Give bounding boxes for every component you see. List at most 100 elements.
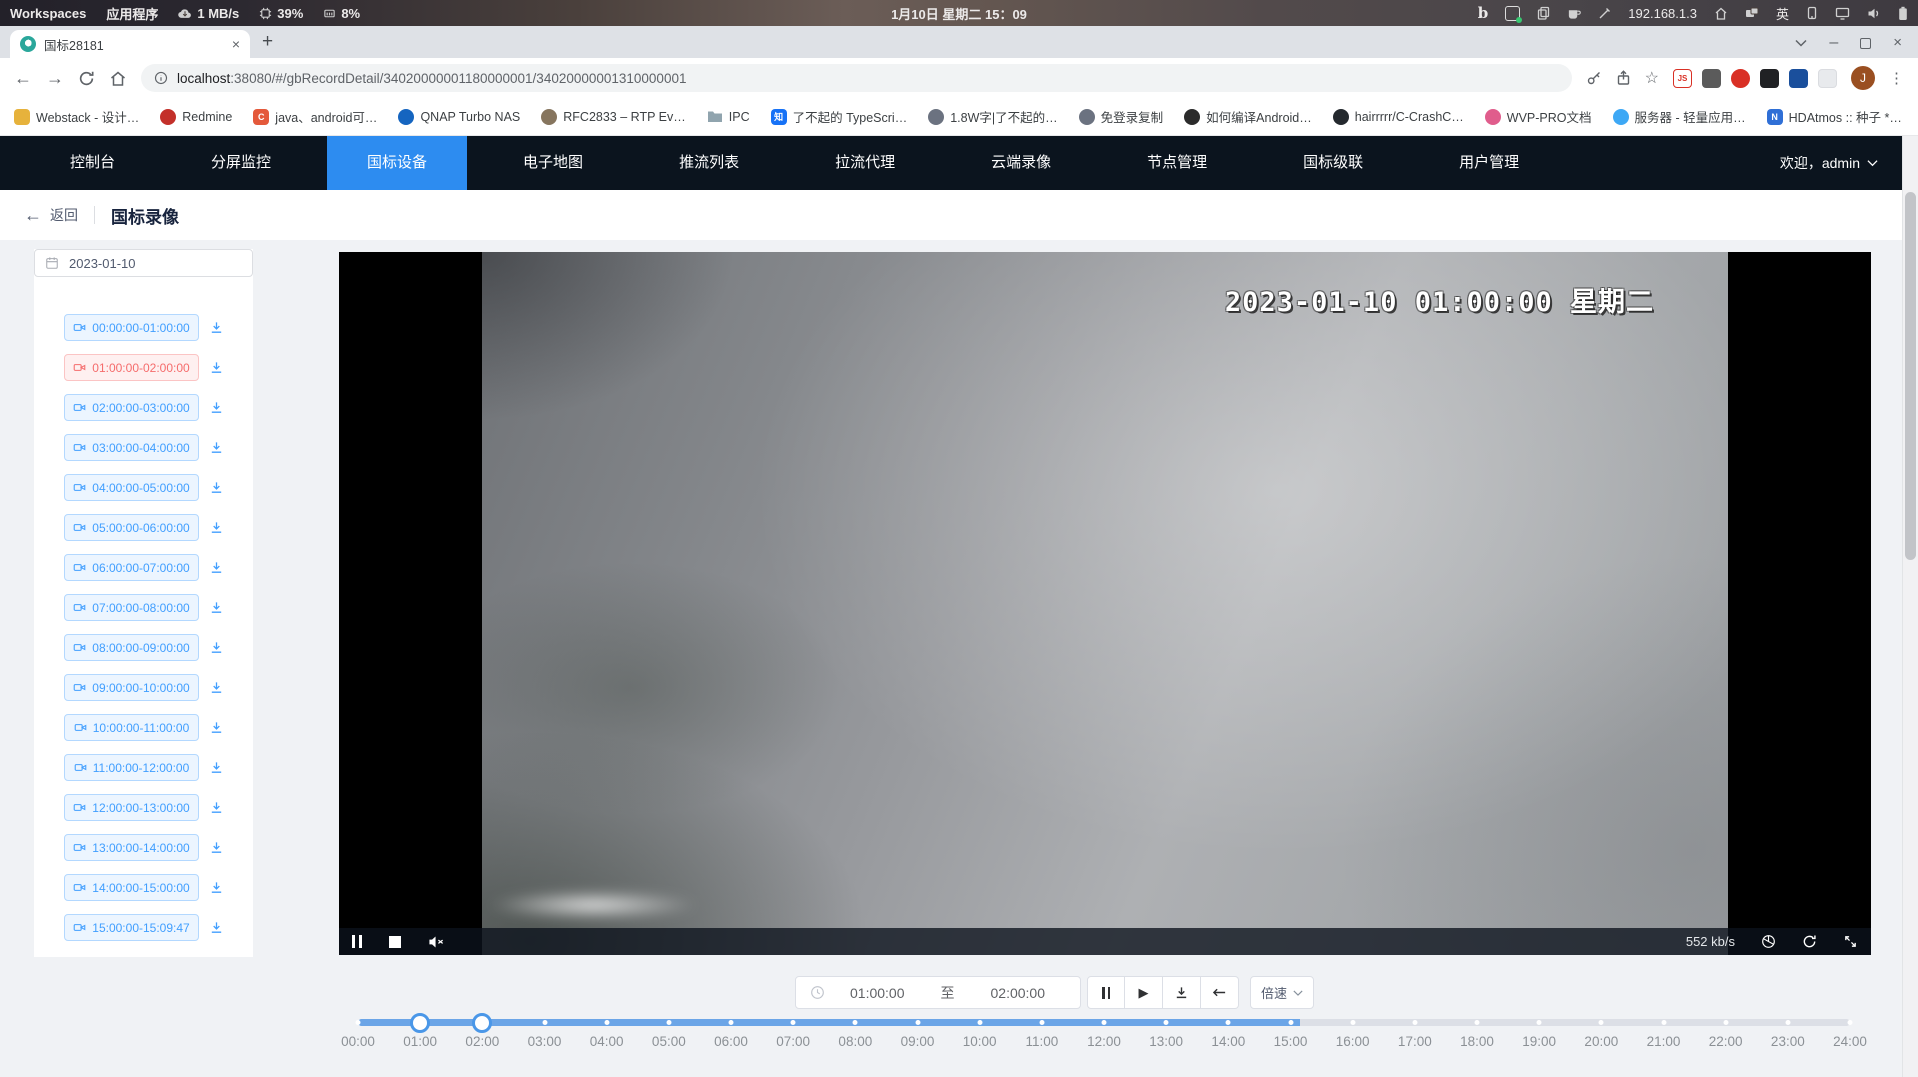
segment-download-button-12[interactable] (209, 760, 224, 775)
segment-download-button-5[interactable] (209, 480, 224, 495)
volume-icon[interactable] (1867, 7, 1881, 20)
input-method-icon[interactable] (1505, 6, 1520, 21)
browser-menu-icon[interactable]: ⋮ (1889, 69, 1904, 87)
nav-item-user-manage[interactable]: 用户管理 (1419, 136, 1559, 190)
fullscreen-icon[interactable] (1843, 934, 1858, 949)
segment-button-8[interactable]: 07:00:00-08:00:00 (64, 594, 199, 621)
bookmark-item-7[interactable]: 知了不起的 TypeScri… (771, 107, 908, 126)
bookmark-item-11[interactable]: hairrrrr/C-CrashC… (1333, 109, 1464, 125)
bookmark-item-2[interactable]: Redmine (160, 109, 232, 125)
extension-icon-3[interactable] (1731, 69, 1750, 88)
video-player[interactable]: 2023-01-10 01:00:00 星期二 552 kb/s (339, 252, 1871, 955)
segment-download-button-4[interactable] (209, 440, 224, 455)
nav-item-cloud-record[interactable]: 云端录像 (951, 136, 1091, 190)
segment-button-10[interactable]: 09:00:00-10:00:00 (64, 674, 199, 701)
segment-button-6[interactable]: 05:00:00-06:00:00 (64, 514, 199, 541)
segment-download-button-11[interactable] (209, 720, 224, 735)
password-key-icon[interactable] (1586, 70, 1602, 86)
segment-download-button-6[interactable] (209, 520, 224, 535)
bookmark-star-icon[interactable]: ☆ (1645, 68, 1659, 88)
segment-button-15[interactable]: 14:00:00-15:00:00 (64, 874, 199, 901)
player-pause-icon[interactable] (352, 935, 362, 948)
player-stop-icon[interactable] (389, 936, 401, 948)
back-icon[interactable]: ← (14, 69, 32, 87)
language-indicator[interactable]: 英 (1776, 4, 1789, 23)
bookmark-item-4[interactable]: QNAP Turbo NAS (398, 109, 520, 125)
segment-download-button-9[interactable] (209, 640, 224, 655)
time-range-input[interactable]: 01:00:00 至 02:00:00 (795, 976, 1081, 1009)
bookmark-item-12[interactable]: WVP-PRO文档 (1485, 107, 1592, 126)
pause-button[interactable] (1087, 976, 1125, 1009)
download-button[interactable] (1163, 976, 1201, 1009)
play-button[interactable]: ▶ (1125, 976, 1163, 1009)
clock[interactable]: 1月10日 星期二 15：09 (891, 4, 1027, 23)
start-time-value[interactable]: 01:00:00 (829, 985, 926, 1001)
bookmark-item-8[interactable]: 1.8W字|了不起的… (928, 107, 1057, 126)
extension-icon-1[interactable]: JS (1673, 69, 1692, 88)
player-refresh-icon[interactable] (1802, 934, 1817, 949)
segment-button-1[interactable]: 00:00:00-01:00:00 (64, 314, 199, 341)
player-mute-icon[interactable] (428, 935, 445, 949)
date-picker-input[interactable]: 2023-01-10 (34, 249, 253, 277)
scrollbar-thumb[interactable] (1905, 192, 1916, 560)
phone-link-icon[interactable] (1806, 6, 1818, 20)
segment-button-2[interactable]: 01:00:00-02:00:00 (64, 354, 199, 381)
extension-icon-2[interactable] (1702, 69, 1721, 88)
nav-item-gb-device[interactable]: 国标设备 (327, 136, 467, 190)
segment-button-3[interactable]: 02:00:00-03:00:00 (64, 394, 199, 421)
browser-tab-active[interactable]: 国标28181 × (10, 30, 250, 58)
timeline-handle-start[interactable] (410, 1013, 430, 1033)
applications-menu[interactable]: 应用程序 (106, 4, 158, 23)
workspaces-button[interactable]: Workspaces (10, 6, 86, 21)
segment-download-button-16[interactable] (209, 920, 224, 935)
address-bar[interactable]: localhost:38080/#/gbRecordDetail/3402000… (141, 64, 1572, 92)
window-maximize-button[interactable] (1860, 38, 1871, 49)
profile-avatar[interactable]: J (1851, 66, 1875, 90)
back-button[interactable]: ← 返回 (24, 205, 78, 225)
user-menu[interactable]: 欢迎，admin (1780, 153, 1918, 173)
segment-button-13[interactable]: 12:00:00-13:00:00 (64, 794, 199, 821)
segment-button-9[interactable]: 08:00:00-09:00:00 (64, 634, 199, 661)
tray-app-icon[interactable]: b (1478, 6, 1489, 20)
segment-download-button-13[interactable] (209, 800, 224, 815)
nav-item-push-list[interactable]: 推流列表 (639, 136, 779, 190)
playback-speed-dropdown[interactable]: 倍速 (1250, 976, 1314, 1009)
segment-button-16[interactable]: 15:00:00-15:09:47 (64, 914, 199, 941)
segment-download-button-14[interactable] (209, 840, 224, 855)
segment-download-button-1[interactable] (209, 320, 224, 335)
bookmark-item-13[interactable]: 服务器 - 轻量应用… (1613, 107, 1746, 126)
segment-button-7[interactable]: 06:00:00-07:00:00 (64, 554, 199, 581)
workspaces-overview-icon[interactable] (1745, 7, 1759, 20)
segment-button-14[interactable]: 13:00:00-14:00:00 (64, 834, 199, 861)
battery-icon[interactable] (1898, 6, 1908, 21)
share-icon[interactable] (1616, 70, 1631, 86)
window-close-button[interactable]: × (1893, 37, 1902, 49)
new-tab-button[interactable]: + (262, 31, 273, 53)
page-scrollbar[interactable] (1902, 136, 1918, 1077)
nav-item-e-map[interactable]: 电子地图 (483, 136, 623, 190)
segment-button-12[interactable]: 11:00:00-12:00:00 (64, 754, 199, 781)
snapshot-icon[interactable] (1761, 934, 1776, 949)
extension-icon-5[interactable] (1789, 69, 1808, 88)
display-icon[interactable] (1835, 7, 1850, 20)
site-info-icon[interactable] (154, 71, 168, 85)
timeline-handle-end[interactable] (472, 1013, 492, 1033)
clipboard-icon[interactable] (1537, 6, 1550, 20)
extension-icon-6[interactable] (1818, 69, 1837, 88)
forward-icon[interactable]: → (46, 69, 64, 87)
bookmark-item-1[interactable]: Webstack - 设计… (14, 107, 139, 126)
bookmark-item-9[interactable]: 免登录复制 (1079, 107, 1164, 126)
nav-item-console[interactable]: 控制台 (30, 136, 155, 190)
segment-button-5[interactable]: 04:00:00-05:00:00 (64, 474, 199, 501)
bookmark-item-10[interactable]: 如何编译Android… (1184, 107, 1312, 126)
segment-button-11[interactable]: 10:00:00-11:00:00 (64, 714, 199, 741)
end-time-value[interactable]: 02:00:00 (970, 985, 1067, 1001)
segment-download-button-10[interactable] (209, 680, 224, 695)
segment-download-button-3[interactable] (209, 400, 224, 415)
color-picker-icon[interactable] (1598, 7, 1611, 20)
tab-search-icon[interactable] (1795, 39, 1807, 47)
segment-download-button-7[interactable] (209, 560, 224, 575)
window-minimize-button[interactable]: – (1829, 34, 1838, 52)
tab-close-icon[interactable]: × (232, 37, 240, 51)
nav-item-node-manage[interactable]: 节点管理 (1107, 136, 1247, 190)
